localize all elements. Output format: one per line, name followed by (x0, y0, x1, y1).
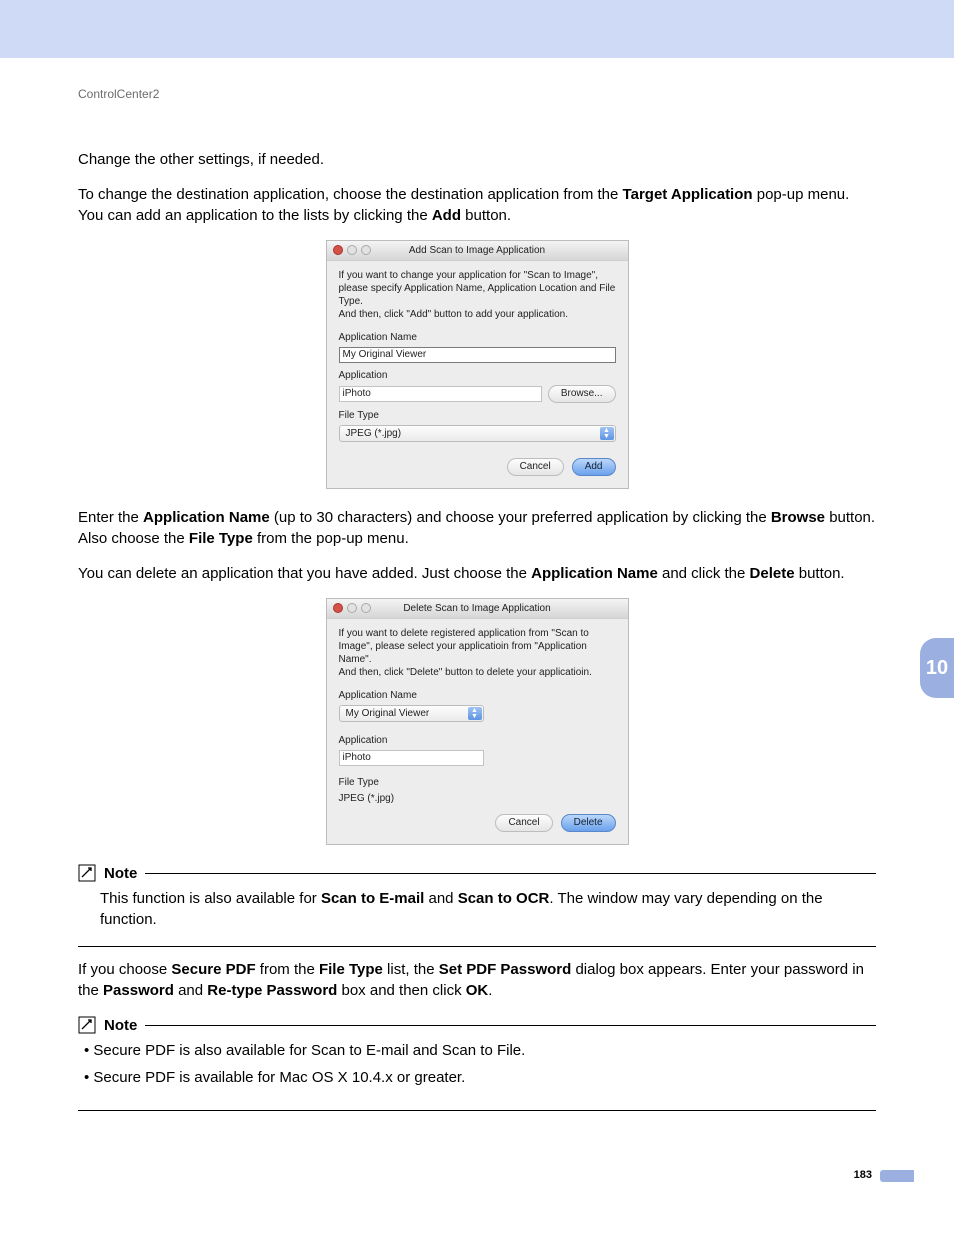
add-scan-dialog: Add Scan to Image Application If you wan… (326, 240, 629, 489)
chevron-updown-icon: ▲▼ (468, 707, 482, 720)
horizontal-rule (145, 1025, 876, 1026)
cancel-button[interactable]: Cancel (507, 458, 564, 476)
field-label: File Type (339, 409, 616, 423)
page-footer: 183 (0, 1163, 954, 1191)
note-label: Note (104, 1015, 137, 1036)
dialog-description: If you want to delete registered applica… (339, 627, 616, 679)
footer-accent (880, 1170, 914, 1182)
field-label: Application Name (339, 331, 616, 345)
field-label: File Type (339, 776, 616, 790)
note-icon (78, 1016, 96, 1034)
field-label: Application Name (339, 689, 616, 703)
close-icon[interactable] (333, 245, 343, 255)
zoom-icon (361, 245, 371, 255)
minimize-icon (347, 603, 357, 613)
zoom-icon (361, 603, 371, 613)
dialog-title: Add Scan to Image Application (409, 245, 545, 256)
file-type-display: JPEG (*.jpg) (339, 792, 616, 806)
application-name-popup[interactable]: My Original Viewer ▲▼ (339, 705, 484, 722)
note-block: Note Secure PDF is also available for Sc… (78, 1015, 876, 1111)
note-label: Note (104, 863, 137, 884)
cancel-button[interactable]: Cancel (495, 814, 552, 832)
note-icon (78, 864, 96, 882)
dialog-title: Delete Scan to Image Application (403, 603, 550, 614)
add-button[interactable]: Add (572, 458, 616, 476)
page-top-band (0, 0, 954, 58)
field-label: Application (339, 734, 616, 748)
note-body: This function is also available for Scan… (78, 884, 876, 940)
note-body: Secure PDF is also available for Scan to… (78, 1036, 876, 1104)
chevron-updown-icon: ▲▼ (600, 427, 614, 440)
horizontal-rule (78, 946, 876, 947)
paragraph: You can delete an application that you h… (78, 563, 876, 584)
dialog-description: If you want to change your application f… (339, 269, 616, 321)
minimize-icon (347, 245, 357, 255)
dialog-titlebar: Add Scan to Image Application (327, 241, 628, 261)
paragraph: Change the other settings, if needed. (78, 149, 876, 170)
horizontal-rule (145, 873, 876, 874)
delete-button[interactable]: Delete (561, 814, 616, 832)
page-number: 183 (854, 1169, 872, 1181)
paragraph: To change the destination application, c… (78, 184, 876, 226)
chapter-tab: 10 (920, 638, 954, 698)
breadcrumb: ControlCenter2 (78, 86, 876, 103)
browse-button[interactable]: Browse... (548, 385, 616, 403)
list-item: Secure PDF is available for Mac OS X 10.… (84, 1067, 876, 1088)
application-path-input[interactable]: iPhoto (339, 386, 542, 402)
paragraph: Enter the Application Name (up to 30 cha… (78, 507, 876, 549)
dialog-titlebar: Delete Scan to Image Application (327, 599, 628, 619)
horizontal-rule (78, 1110, 876, 1111)
delete-scan-dialog: Delete Scan to Image Application If you … (326, 598, 629, 845)
close-icon[interactable] (333, 603, 343, 613)
application-name-input[interactable]: My Original Viewer (339, 347, 616, 363)
file-type-popup[interactable]: JPEG (*.jpg) ▲▼ (339, 425, 616, 442)
list-item: Secure PDF is also available for Scan to… (84, 1040, 876, 1061)
note-block: Note This function is also available for… (78, 863, 876, 947)
paragraph: If you choose Secure PDF from the File T… (78, 959, 876, 1001)
application-path-display: iPhoto (339, 750, 484, 766)
field-label: Application (339, 369, 616, 383)
